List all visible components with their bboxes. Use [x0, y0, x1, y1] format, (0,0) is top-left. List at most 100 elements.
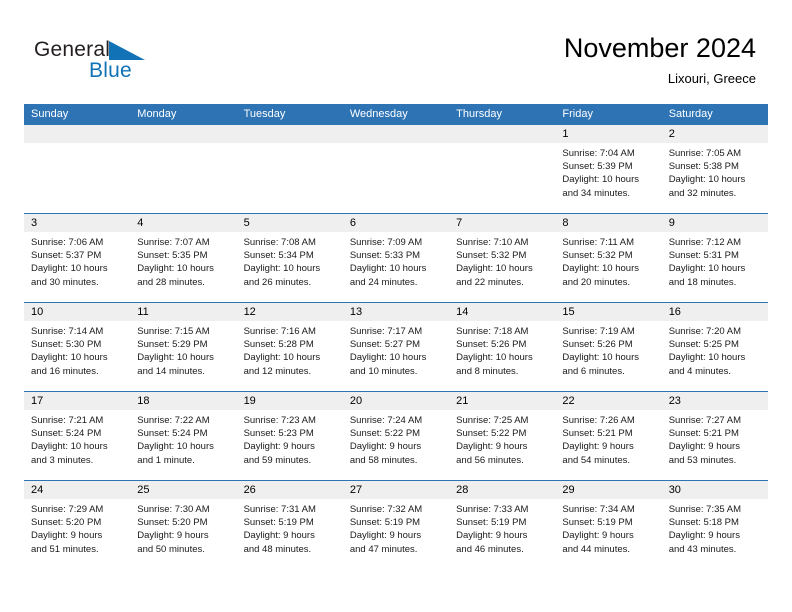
- sunset-text: Sunset: 5:28 PM: [243, 339, 314, 351]
- day-details: Sunrise: 7:19 AM Sunset: 5:26 PM Dayligh…: [555, 321, 661, 378]
- calendar-day-cell[interactable]: 9 Sunrise: 7:12 AM Sunset: 5:31 PM Dayli…: [661, 214, 768, 302]
- calendar-day-cell[interactable]: 18 Sunrise: 7:22 AM Sunset: 5:24 PM Dayl…: [130, 392, 237, 480]
- day-details: Sunrise: 7:20 AM Sunset: 5:25 PM Dayligh…: [662, 321, 768, 378]
- sunset-text: Sunset: 5:32 PM: [456, 250, 527, 262]
- daylight-text-line1: Daylight: 10 hours: [137, 352, 214, 364]
- calendar-day-cell: [449, 125, 556, 213]
- day-number: 14: [449, 303, 556, 321]
- calendar-day-cell[interactable]: 17 Sunrise: 7:21 AM Sunset: 5:24 PM Dayl…: [24, 392, 131, 480]
- sunset-text: Sunset: 5:38 PM: [668, 161, 739, 173]
- calendar-day-cell[interactable]: 11 Sunrise: 7:15 AM Sunset: 5:29 PM Dayl…: [130, 303, 237, 391]
- day-details: Sunrise: 7:26 AM Sunset: 5:21 PM Dayligh…: [555, 410, 661, 467]
- day-number: 29: [555, 481, 662, 499]
- calendar-week-row: 1 Sunrise: 7:04 AM Sunset: 5:39 PM Dayli…: [24, 125, 768, 213]
- sunset-text: Sunset: 5:31 PM: [668, 250, 739, 262]
- daylight-text-line2: and 48 minutes.: [243, 543, 312, 555]
- calendar-day-cell[interactable]: 15 Sunrise: 7:19 AM Sunset: 5:26 PM Dayl…: [555, 303, 662, 391]
- calendar-day-cell[interactable]: 21 Sunrise: 7:25 AM Sunset: 5:22 PM Dayl…: [449, 392, 556, 480]
- calendar-day-cell[interactable]: 1 Sunrise: 7:04 AM Sunset: 5:39 PM Dayli…: [555, 125, 662, 213]
- daylight-text-line2: and 6 minutes.: [562, 365, 625, 377]
- daylight-text-line1: Daylight: 9 hours: [668, 530, 740, 542]
- calendar-day-cell[interactable]: 13 Sunrise: 7:17 AM Sunset: 5:27 PM Dayl…: [342, 303, 450, 391]
- sunrise-text: Sunrise: 7:18 AM: [456, 326, 529, 337]
- page-header: General Blue November 2024 Lixouri, Gree…: [0, 0, 792, 104]
- calendar-day-cell[interactable]: 28 Sunrise: 7:33 AM Sunset: 5:19 PM Dayl…: [449, 481, 556, 569]
- calendar-day-cell[interactable]: 22 Sunrise: 7:26 AM Sunset: 5:21 PM Dayl…: [555, 392, 662, 480]
- sunrise-text: Sunrise: 7:06 AM: [31, 237, 104, 248]
- weekday-header-sunday: Sunday: [31, 108, 69, 120]
- calendar-day-cell[interactable]: 25 Sunrise: 7:30 AM Sunset: 5:20 PM Dayl…: [130, 481, 237, 569]
- daylight-text-line1: Daylight: 9 hours: [456, 441, 528, 453]
- calendar-day-cell[interactable]: 12 Sunrise: 7:16 AM Sunset: 5:28 PM Dayl…: [236, 303, 343, 391]
- daylight-text-line2: and 4 minutes.: [668, 365, 732, 377]
- weekday-header-tuesday: Tuesday: [243, 108, 286, 120]
- sunrise-text: Sunrise: 7:08 AM: [243, 237, 316, 248]
- daylight-text-line1: Daylight: 10 hours: [668, 352, 746, 364]
- sunset-text: Sunset: 5:24 PM: [137, 428, 208, 440]
- day-details: [24, 143, 130, 147]
- general-blue-logo[interactable]: General Blue: [34, 38, 264, 90]
- sunrise-text: Sunrise: 7:05 AM: [668, 148, 742, 159]
- sunset-text: Sunset: 5:20 PM: [137, 517, 208, 529]
- day-number: [342, 125, 450, 143]
- sunset-text: Sunset: 5:19 PM: [349, 517, 421, 529]
- calendar-day-cell: [24, 125, 131, 213]
- day-details: [449, 143, 555, 147]
- day-details: Sunrise: 7:07 AM Sunset: 5:35 PM Dayligh…: [130, 232, 236, 289]
- calendar-day-cell[interactable]: 14 Sunrise: 7:18 AM Sunset: 5:26 PM Dayl…: [449, 303, 556, 391]
- day-number: 26: [236, 481, 343, 499]
- sunset-text: Sunset: 5:30 PM: [31, 339, 102, 351]
- calendar-day-cell[interactable]: 4 Sunrise: 7:07 AM Sunset: 5:35 PM Dayli…: [130, 214, 237, 302]
- calendar-day-cell[interactable]: 10 Sunrise: 7:14 AM Sunset: 5:30 PM Dayl…: [24, 303, 131, 391]
- calendar-day-cell[interactable]: 8 Sunrise: 7:11 AM Sunset: 5:32 PM Dayli…: [555, 214, 662, 302]
- day-number: 25: [130, 481, 237, 499]
- calendar-day-cell[interactable]: 29 Sunrise: 7:34 AM Sunset: 5:19 PM Dayl…: [555, 481, 662, 569]
- day-details: [130, 143, 236, 147]
- sunset-text: Sunset: 5:29 PM: [137, 339, 208, 351]
- calendar-day-cell[interactable]: 19 Sunrise: 7:23 AM Sunset: 5:23 PM Dayl…: [236, 392, 343, 480]
- calendar-week-row: 24 Sunrise: 7:29 AM Sunset: 5:20 PM Dayl…: [24, 480, 768, 569]
- sunrise-text: Sunrise: 7:30 AM: [137, 504, 210, 515]
- day-number: 9: [661, 214, 768, 232]
- sunset-text: Sunset: 5:33 PM: [349, 250, 421, 262]
- calendar-day-cell[interactable]: 26 Sunrise: 7:31 AM Sunset: 5:19 PM Dayl…: [236, 481, 343, 569]
- sunset-text: Sunset: 5:32 PM: [562, 250, 633, 262]
- day-number: 21: [449, 392, 556, 410]
- day-details: Sunrise: 7:33 AM Sunset: 5:19 PM Dayligh…: [449, 499, 555, 556]
- calendar-day-cell[interactable]: 20 Sunrise: 7:24 AM Sunset: 5:22 PM Dayl…: [342, 392, 450, 480]
- title-block: November 2024 Lixouri, Greece: [564, 32, 756, 88]
- sunrise-text: Sunrise: 7:33 AM: [456, 504, 529, 515]
- daylight-text-line2: and 59 minutes.: [243, 454, 312, 466]
- sunset-text: Sunset: 5:19 PM: [456, 517, 527, 529]
- sunrise-text: Sunrise: 7:25 AM: [456, 415, 529, 426]
- calendar-day-cell[interactable]: 5 Sunrise: 7:08 AM Sunset: 5:34 PM Dayli…: [236, 214, 343, 302]
- day-details: Sunrise: 7:05 AM Sunset: 5:38 PM Dayligh…: [662, 143, 768, 200]
- page-title: November 2024: [563, 33, 756, 63]
- calendar-day-cell[interactable]: 30 Sunrise: 7:35 AM Sunset: 5:18 PM Dayl…: [661, 481, 768, 569]
- calendar-day-cell[interactable]: 6 Sunrise: 7:09 AM Sunset: 5:33 PM Dayli…: [342, 214, 450, 302]
- daylight-text-line1: Daylight: 10 hours: [562, 263, 639, 275]
- daylight-text-line1: Daylight: 9 hours: [31, 530, 103, 542]
- calendar-day-cell[interactable]: 23 Sunrise: 7:27 AM Sunset: 5:21 PM Dayl…: [661, 392, 768, 480]
- sunrise-text: Sunrise: 7:04 AM: [562, 148, 635, 159]
- daylight-text-line1: Daylight: 10 hours: [562, 352, 639, 364]
- day-details: Sunrise: 7:17 AM Sunset: 5:27 PM Dayligh…: [343, 321, 449, 378]
- page-subtitle-location: Lixouri, Greece: [667, 71, 756, 86]
- daylight-text-line2: and 53 minutes.: [668, 454, 737, 466]
- calendar-day-cell[interactable]: 16 Sunrise: 7:20 AM Sunset: 5:25 PM Dayl…: [661, 303, 768, 391]
- calendar-day-cell[interactable]: 7 Sunrise: 7:10 AM Sunset: 5:32 PM Dayli…: [449, 214, 556, 302]
- day-number: 18: [130, 392, 237, 410]
- day-details: Sunrise: 7:12 AM Sunset: 5:31 PM Dayligh…: [662, 232, 768, 289]
- day-details: Sunrise: 7:09 AM Sunset: 5:33 PM Dayligh…: [343, 232, 449, 289]
- sunrise-text: Sunrise: 7:26 AM: [562, 415, 635, 426]
- calendar-day-cell[interactable]: 24 Sunrise: 7:29 AM Sunset: 5:20 PM Dayl…: [24, 481, 131, 569]
- day-number: 27: [342, 481, 450, 499]
- calendar-day-cell[interactable]: 27 Sunrise: 7:32 AM Sunset: 5:19 PM Dayl…: [342, 481, 450, 569]
- weekday-header-thursday: Thursday: [456, 108, 502, 120]
- daylight-text-line1: Daylight: 10 hours: [137, 441, 214, 453]
- sunrise-text: Sunrise: 7:16 AM: [243, 326, 316, 337]
- calendar-day-cell[interactable]: 2 Sunrise: 7:05 AM Sunset: 5:38 PM Dayli…: [661, 125, 768, 213]
- calendar-day-cell[interactable]: 3 Sunrise: 7:06 AM Sunset: 5:37 PM Dayli…: [24, 214, 131, 302]
- day-number: [24, 125, 131, 143]
- sunrise-text: Sunrise: 7:17 AM: [349, 326, 423, 337]
